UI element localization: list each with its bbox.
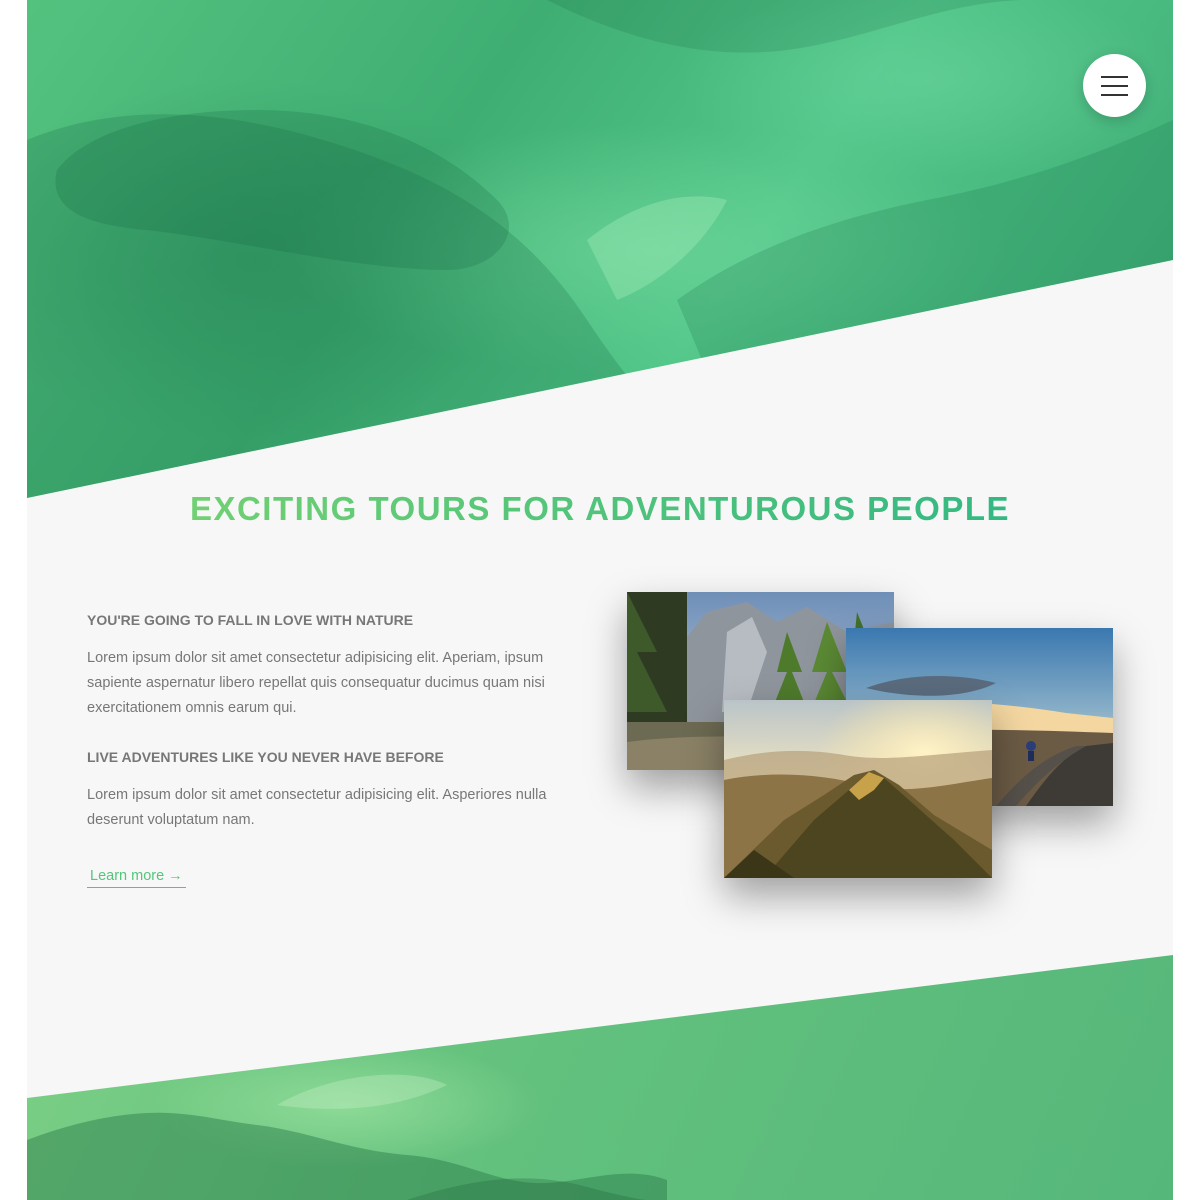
photo-mountain-ridge-sunset — [724, 700, 992, 878]
menu-button[interactable] — [1083, 54, 1146, 117]
feature-title: YOU'RE GOING TO FALL IN LOVE WITH NATURE — [87, 612, 414, 628]
hamburger-menu-icon-line — [1101, 93, 1128, 96]
feature-description: Lorem ipsum dolor sit amet consectetur a… — [87, 787, 547, 828]
feature-description: Lorem ipsum dolor sit amet consectetur a… — [87, 650, 545, 716]
features-text-column: YOU'RE GOING TO FALL IN LOVE WITH NATURE… — [87, 612, 557, 888]
hero-background-top — [27, 0, 1173, 498]
page: EXCITING TOURS FOR ADVENTUROUS PEOPLE YO… — [27, 0, 1173, 1200]
learn-more-link[interactable]: Learn more → — [87, 865, 186, 888]
section-heading: EXCITING TOURS FOR ADVENTUROUS PEOPLE — [27, 490, 1173, 528]
hamburger-menu-icon — [1101, 75, 1128, 78]
feature-title: LIVE ADVENTURES LIKE YOU NEVER HAVE BEFO… — [87, 749, 444, 765]
hero-background-bottom — [27, 955, 1173, 1200]
hamburger-menu-icon-line — [1101, 84, 1128, 87]
